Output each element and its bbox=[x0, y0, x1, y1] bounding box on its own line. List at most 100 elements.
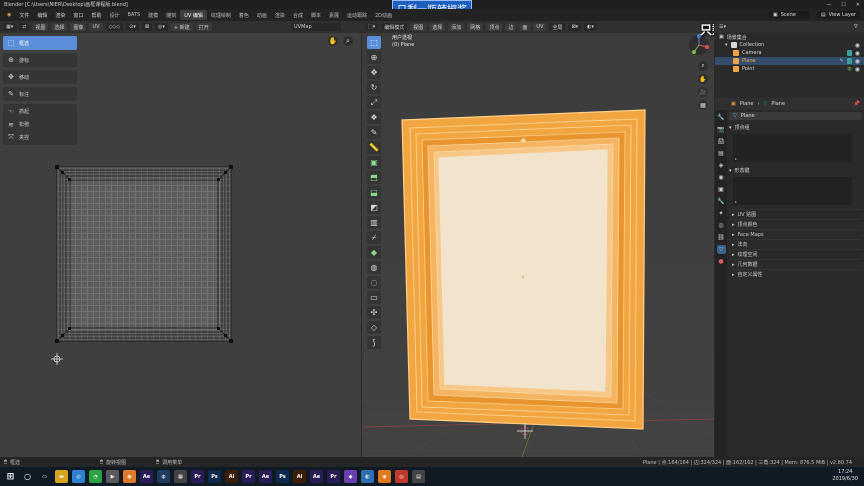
uv-menu-select[interactable]: 选择 bbox=[51, 23, 68, 31]
mesh-data-tab-icon[interactable]: ▽ bbox=[716, 245, 726, 254]
uv-menu-uv[interactable]: UV bbox=[89, 23, 103, 31]
blender-taskbar-icon[interactable]: ◉ bbox=[123, 470, 136, 483]
select-box-icon[interactable]: ⬚ bbox=[367, 36, 381, 49]
workspace-tab[interactable]: 纹理绘制 bbox=[207, 10, 235, 20]
grid-view-icon[interactable]: ▦ bbox=[698, 100, 708, 110]
menu-help[interactable]: 帮助 bbox=[87, 12, 105, 19]
uv-menu-image[interactable]: 图像 bbox=[70, 23, 87, 31]
inset-icon[interactable]: ⬓ bbox=[367, 186, 381, 199]
uv-menu-view[interactable]: 视图 bbox=[32, 23, 49, 31]
app-icon[interactable]: ◆ bbox=[344, 470, 357, 483]
edge-slide-icon[interactable]: ▭ bbox=[367, 291, 381, 304]
modifier-tab-icon[interactable]: 🔧 bbox=[717, 197, 726, 206]
move-icon[interactable]: ✥ bbox=[367, 66, 381, 79]
pin-icon[interactable]: 📌 bbox=[854, 101, 860, 107]
pan-hand-icon[interactable]: ✋ bbox=[328, 36, 338, 46]
object-tab-icon[interactable]: ▣ bbox=[717, 185, 726, 194]
rotate-icon[interactable]: ↻ bbox=[367, 81, 381, 94]
workspace-tab[interactable]: 脚本 bbox=[307, 10, 325, 20]
vp-menu-face[interactable]: 面 bbox=[519, 23, 531, 31]
uv-sync-icon[interactable]: ⇄ bbox=[19, 23, 30, 31]
panel-uv-maps[interactable]: ▸ UV 贴图 bbox=[729, 209, 862, 219]
workspace-tab[interactable]: 雕刻 bbox=[162, 10, 180, 20]
vp-menu-mesh[interactable]: 网格 bbox=[467, 23, 484, 31]
app-icon[interactable]: Ai bbox=[293, 470, 306, 483]
close-icon[interactable]: ✕ bbox=[856, 2, 860, 8]
app-icon[interactable]: Pr bbox=[327, 470, 340, 483]
outliner-scene-collection[interactable]: ▣ 场景集合 bbox=[715, 33, 864, 41]
wechat-icon[interactable]: ◔ bbox=[89, 470, 102, 483]
app-icon[interactable]: Ae bbox=[259, 470, 272, 483]
menu-file[interactable]: 文件 bbox=[15, 12, 33, 19]
workspace-tab[interactable]: 合成 bbox=[289, 10, 307, 20]
pan-hand-icon[interactable]: ✋ bbox=[698, 74, 708, 84]
eye-icon[interactable]: ◉ bbox=[855, 58, 860, 65]
outliner-row-point[interactable]: Point ◍ ◉ bbox=[715, 65, 864, 73]
select-mode-icon[interactable]: ◇◇◇ bbox=[105, 23, 124, 31]
app-icon[interactable]: Pr bbox=[191, 470, 204, 483]
workspace-tab[interactable]: 动画 bbox=[253, 10, 271, 20]
eye-icon[interactable]: ◉ bbox=[855, 66, 860, 73]
overlay-icon[interactable]: ◐▾ bbox=[584, 23, 598, 31]
outliner-row-plane[interactable]: Plane ✎ ◉ bbox=[715, 57, 864, 65]
workspace-tab[interactable]: 素展 bbox=[325, 10, 343, 20]
app-icon[interactable]: ◐ bbox=[361, 470, 374, 483]
transform-orientation[interactable]: 全局 bbox=[549, 23, 566, 31]
app-icon[interactable]: Pr bbox=[242, 470, 255, 483]
app-icon[interactable]: Ae bbox=[140, 470, 153, 483]
resize-handle-icon[interactable]: ▸ bbox=[735, 156, 737, 161]
render-tab-icon[interactable]: 📷 bbox=[717, 125, 726, 134]
zoom-icon[interactable]: ⌕ bbox=[343, 36, 353, 46]
panel-normals[interactable]: ▸ 法向 bbox=[729, 239, 862, 249]
tool-pinch[interactable]: ⤧ 夹捏 bbox=[3, 131, 77, 144]
outliner-type-icon[interactable]: ☰▾ bbox=[719, 24, 726, 30]
tool-relax[interactable]: ≋ 松弛 bbox=[3, 118, 77, 131]
app-icon[interactable]: ▦ bbox=[174, 470, 187, 483]
vertex-groups-list[interactable]: ▸ bbox=[733, 134, 852, 162]
tool-move[interactable]: ✥ 移动 bbox=[3, 70, 77, 84]
file-explorer-icon[interactable]: ▬ bbox=[55, 470, 68, 483]
view-layer-selector[interactable]: ▤ View Layer bbox=[816, 11, 860, 19]
tool-select-box[interactable]: ⬚ 框选 bbox=[3, 36, 77, 50]
pivot-icon[interactable]: ⊙▾ bbox=[126, 23, 139, 31]
workspace-tab[interactable]: BATS bbox=[123, 10, 144, 20]
panel-geometry-data[interactable]: ▸ 几何数据 bbox=[729, 259, 862, 269]
scale-icon[interactable]: ⤢ bbox=[367, 96, 381, 109]
windows-start-icon[interactable]: ⊞ bbox=[4, 470, 17, 483]
cursor-icon[interactable]: ⊕ bbox=[367, 51, 381, 64]
snap-icon[interactable]: ⊠ bbox=[141, 23, 153, 31]
eye-icon[interactable]: ◉ bbox=[855, 50, 860, 57]
app-icon[interactable]: Ae bbox=[310, 470, 323, 483]
vp-menu-vertex[interactable]: 顶点 bbox=[486, 23, 503, 31]
3d-viewport[interactable]: ⬚▾ 编辑模式 视图 选择 添加 网格 顶点 边 面 UV 全局 ⊠▾ ◐▾ 用… bbox=[362, 21, 714, 457]
app-icon[interactable]: ◉ bbox=[378, 470, 391, 483]
annotate-icon[interactable]: ✎ bbox=[367, 126, 381, 139]
search-icon[interactable]: ○ bbox=[21, 470, 34, 483]
workspace-tab[interactable]: 设计 bbox=[105, 10, 123, 20]
app-icon[interactable]: ▤ bbox=[412, 470, 425, 483]
resize-handle-icon[interactable]: ▸ bbox=[735, 199, 737, 204]
tool-cursor[interactable]: ⊕ 游标 bbox=[3, 53, 77, 67]
app-icon[interactable]: ◍ bbox=[157, 470, 170, 483]
physics-tab-icon[interactable]: ◎ bbox=[717, 221, 726, 230]
menu-window[interactable]: 窗口 bbox=[69, 12, 87, 19]
world-tab-icon[interactable]: ◉ bbox=[717, 173, 726, 182]
constraints-tab-icon[interactable]: ⛓ bbox=[717, 233, 726, 242]
outliner-row-camera[interactable]: Camera ◉ bbox=[715, 49, 864, 57]
app-icon[interactable]: Ai bbox=[225, 470, 238, 483]
panel-vertex-groups[interactable]: ▾ 顶点组 bbox=[729, 123, 862, 132]
browser-icon[interactable]: ◎ bbox=[72, 470, 85, 483]
output-tab-icon[interactable]: 🖨 bbox=[717, 137, 726, 146]
outliner-row-collection[interactable]: ▾ Collection ◉ bbox=[715, 41, 864, 49]
workspace-tab[interactable]: 建模 bbox=[144, 10, 162, 20]
scene-tab-icon[interactable]: ◈ bbox=[717, 161, 726, 170]
rip-icon[interactable]: ⟆ bbox=[367, 336, 381, 349]
shear-icon[interactable]: ◇ bbox=[367, 321, 381, 334]
uvmap-selector[interactable]: UVMap bbox=[291, 23, 341, 31]
app-icon[interactable]: Ps bbox=[276, 470, 289, 483]
vp-menu-view[interactable]: 视图 bbox=[410, 23, 427, 31]
particles-tab-icon[interactable]: ✦ bbox=[717, 209, 726, 218]
extrude-icon[interactable]: ⬒ bbox=[367, 171, 381, 184]
app-icon[interactable]: ◎ bbox=[395, 470, 408, 483]
task-view-icon[interactable]: ▭ bbox=[38, 470, 51, 483]
